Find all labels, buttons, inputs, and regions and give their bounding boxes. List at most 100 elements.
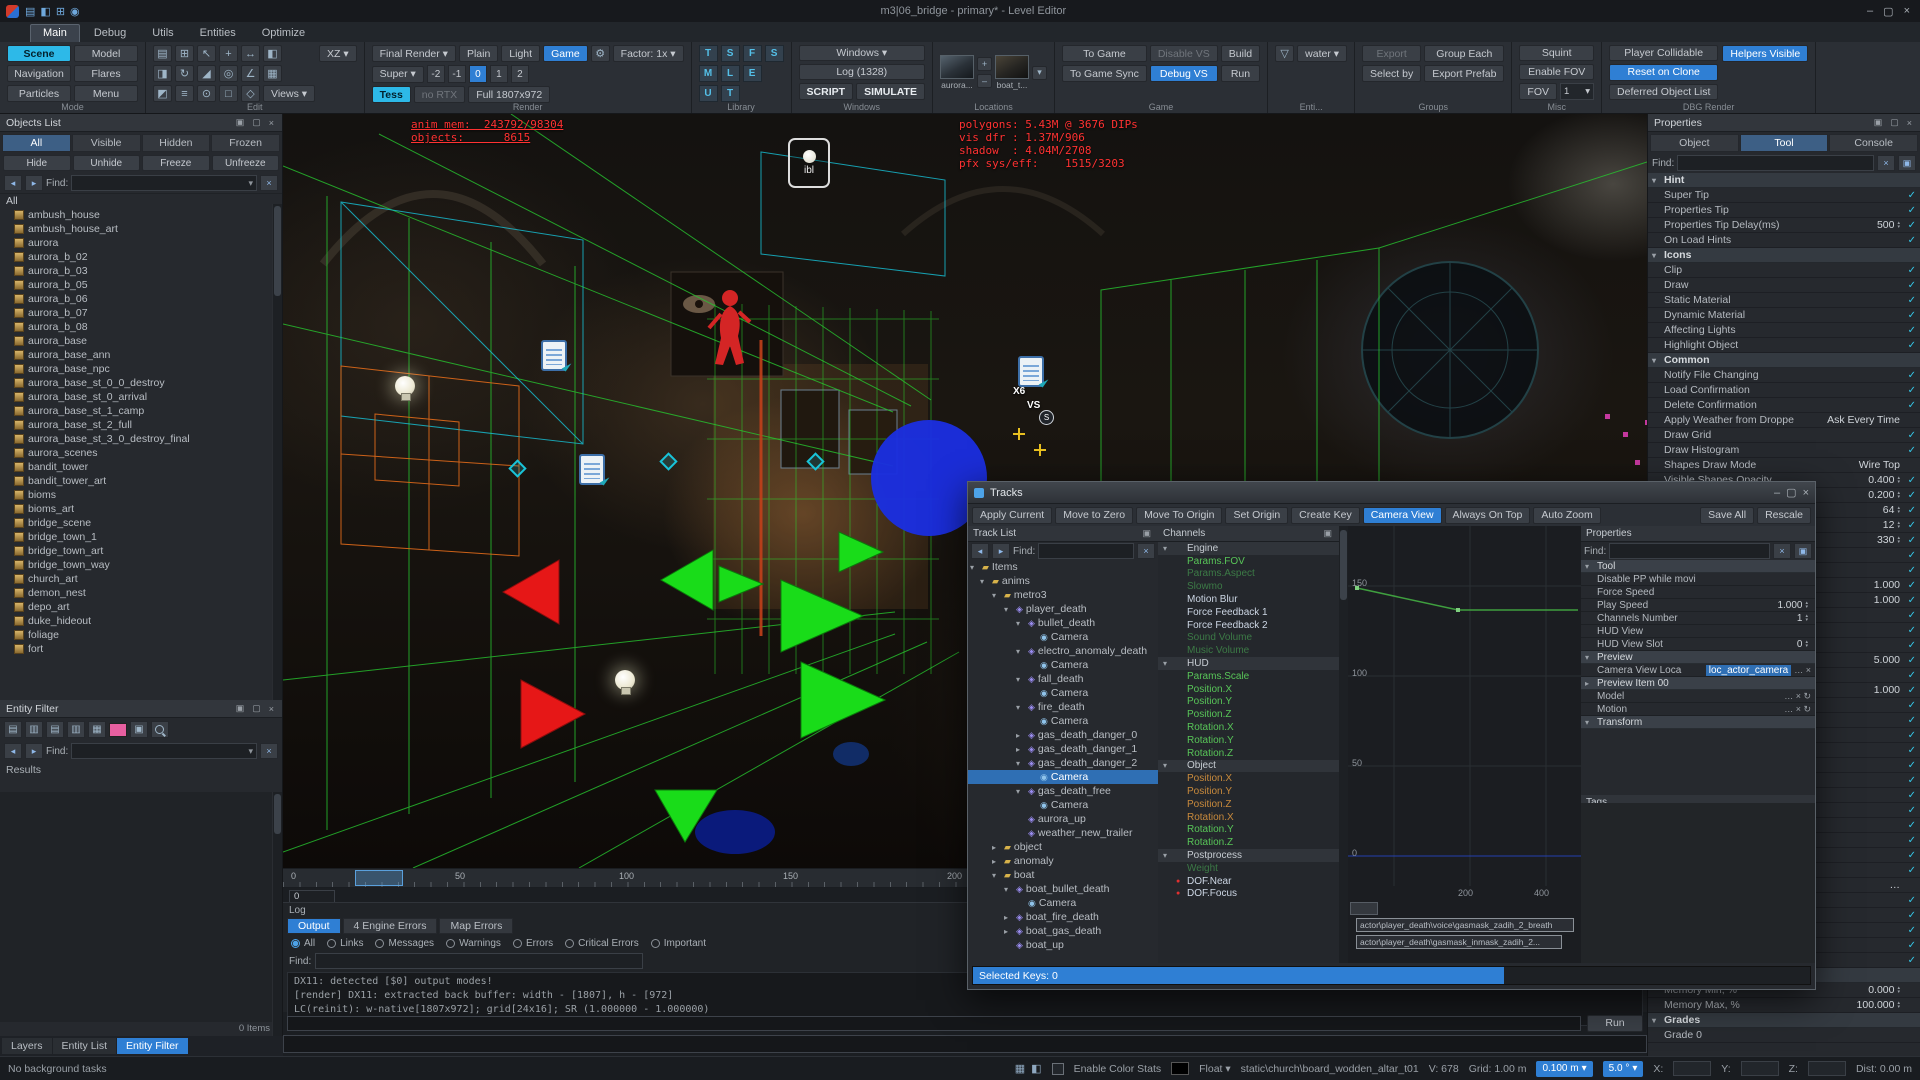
checkmark-icon[interactable]: ✓ bbox=[1903, 280, 1916, 291]
property-value[interactable]: Ask Every Time bbox=[1827, 414, 1900, 426]
property-row[interactable]: On Load Hints ✓ bbox=[1648, 233, 1920, 248]
library-window-tile[interactable]: U bbox=[699, 85, 718, 102]
minimize-icon[interactable]: – bbox=[1867, 5, 1873, 18]
tracks-toolbar-button[interactable]: Move to Zero bbox=[1055, 507, 1133, 524]
property-row[interactable]: Notify File Changing ✓ bbox=[1648, 368, 1920, 383]
object-tree-item[interactable]: aurora_base_st_3_0_destroy_final bbox=[0, 432, 282, 446]
track-tree-item[interactable]: ▸ gas_death_danger_0 bbox=[968, 728, 1158, 742]
left-panel-tab[interactable]: Entity Filter bbox=[117, 1038, 188, 1054]
object-tree-item[interactable]: bandit_tower bbox=[0, 460, 282, 474]
eraser-icon[interactable]: ▣ bbox=[130, 721, 148, 738]
object-tree-item[interactable]: demon_nest bbox=[0, 586, 282, 600]
checkmark-icon[interactable]: ✓ bbox=[1903, 685, 1916, 696]
location-thumbnail[interactable]: aurora... bbox=[940, 55, 974, 90]
checkmark-icon[interactable]: ✓ bbox=[1903, 700, 1916, 711]
tracks-titlebar[interactable]: Tracks – ▢ × bbox=[968, 482, 1815, 504]
expand-icon[interactable]: ▾ bbox=[992, 871, 1001, 880]
note-clipboard-icon[interactable] bbox=[579, 454, 605, 485]
copy-icon[interactable]: ▣ bbox=[1794, 543, 1812, 559]
dock-icon[interactable]: ▣ bbox=[234, 117, 247, 128]
clear-search-icon[interactable]: × bbox=[260, 743, 278, 759]
close-icon[interactable]: × bbox=[1905, 118, 1914, 128]
squint-button[interactable]: Squint bbox=[1519, 45, 1594, 61]
property-row[interactable]: Dynamic Material ✓ bbox=[1648, 308, 1920, 323]
close-icon[interactable]: × bbox=[1904, 5, 1910, 18]
channels-scrollbar[interactable] bbox=[1339, 526, 1348, 963]
expand-icon[interactable]: ▾ bbox=[1652, 176, 1661, 185]
edit-tool-icon[interactable]: ◩ bbox=[153, 85, 172, 102]
value-buttons[interactable]: … × bbox=[1794, 665, 1811, 675]
spinner-icon[interactable] bbox=[1805, 640, 1808, 648]
expand-icon[interactable]: ▾ bbox=[1016, 787, 1025, 796]
fov-value-spinner[interactable]: 1▾ bbox=[1560, 83, 1594, 100]
objects-action-button[interactable]: Hide bbox=[3, 155, 71, 171]
property-row[interactable]: Super Tip ✓ bbox=[1648, 188, 1920, 203]
channel-row[interactable]: Position.X bbox=[1158, 772, 1339, 785]
object-tree-item[interactable]: aurora_base bbox=[0, 334, 282, 348]
property-row[interactable]: ▾ Hint bbox=[1648, 173, 1920, 188]
edit-tool-icon[interactable]: ◇ bbox=[241, 85, 260, 102]
track-tree-item[interactable]: ▾ fall_death bbox=[968, 672, 1158, 686]
color-filter-swatch[interactable] bbox=[109, 723, 127, 737]
checkmark-icon[interactable]: ✓ bbox=[1903, 340, 1916, 351]
property-row[interactable]: ▾ Icons bbox=[1648, 248, 1920, 263]
property-value[interactable]: … bbox=[1890, 879, 1901, 891]
checkmark-icon[interactable]: ✓ bbox=[1903, 865, 1916, 876]
render-exposure-step[interactable]: 0 bbox=[469, 65, 487, 83]
object-tree-item[interactable]: aurora_base_st_2_full bbox=[0, 418, 282, 432]
track-tree-item[interactable]: ▾ Items bbox=[968, 560, 1158, 574]
properties-search-input[interactable] bbox=[1677, 155, 1874, 171]
tracks-toolbar-button[interactable]: Set Origin bbox=[1225, 507, 1288, 524]
search-icon[interactable] bbox=[151, 721, 169, 738]
copy-icon[interactable]: ▣ bbox=[1898, 155, 1916, 171]
light-source-icon[interactable] bbox=[395, 376, 415, 396]
checkmark-icon[interactable]: ✓ bbox=[1903, 835, 1916, 846]
history-back-icon[interactable]: ◂ bbox=[971, 543, 989, 559]
no-rtx-toggle[interactable]: no RTX bbox=[414, 86, 465, 103]
object-tree-item[interactable]: aurora_b_05 bbox=[0, 278, 282, 292]
curve-editor[interactable]: 150100500 200400 actor\player_death\voic… bbox=[1348, 526, 1582, 963]
property-value[interactable]: Wire Top bbox=[1859, 459, 1900, 471]
filter-doc-icon[interactable]: ▥ bbox=[25, 721, 43, 738]
channel-options-icon[interactable]: ▣ bbox=[1321, 528, 1334, 539]
factor-dropdown[interactable]: Factor: 1x ▾ bbox=[613, 45, 684, 62]
track-tree-item[interactable]: ▸ object bbox=[968, 840, 1158, 854]
game-button[interactable]: Debug VS bbox=[1150, 65, 1218, 82]
object-tree-item[interactable]: bioms bbox=[0, 488, 282, 502]
checkmark-icon[interactable]: ✓ bbox=[1903, 940, 1916, 951]
property-value[interactable]: 330 bbox=[1877, 534, 1895, 546]
property-value[interactable]: loc_actor_camera bbox=[1706, 665, 1791, 676]
edit-tool-icon[interactable]: ∠ bbox=[241, 65, 260, 82]
clear-search-icon[interactable]: × bbox=[1137, 543, 1155, 559]
statusbar-icon[interactable]: ◧ bbox=[1031, 1062, 1041, 1075]
clear-search-icon[interactable]: × bbox=[1773, 543, 1791, 559]
dock-icon[interactable]: ▣ bbox=[234, 703, 247, 714]
object-tree-item[interactable]: aurora_base_ann bbox=[0, 348, 282, 362]
entity-filter-scrollbar[interactable] bbox=[272, 792, 282, 1036]
track-tree-item[interactable]: ▾ anims bbox=[968, 574, 1158, 588]
expand-icon[interactable]: ▸ bbox=[1016, 745, 1025, 754]
property-row[interactable]: Clip ✓ bbox=[1648, 263, 1920, 278]
tracks-toolbar-button[interactable]: Always On Top bbox=[1445, 507, 1531, 524]
render-light-button[interactable]: Light bbox=[501, 45, 540, 62]
track-tree-item[interactable]: boat_up bbox=[968, 938, 1158, 952]
close-icon[interactable]: × bbox=[267, 704, 276, 714]
edit-tool-icon[interactable]: □ bbox=[219, 85, 238, 102]
value-buttons[interactable]: … × ↻ bbox=[1784, 691, 1811, 702]
filter-doc-icon[interactable]: ▤ bbox=[46, 721, 64, 738]
object-tree-item[interactable]: bridge_town_way bbox=[0, 558, 282, 572]
mode-button[interactable]: Particles bbox=[7, 85, 71, 102]
object-tree-item[interactable]: aurora_b_06 bbox=[0, 292, 282, 306]
checkmark-icon[interactable]: ✓ bbox=[1903, 550, 1916, 561]
checkmark-icon[interactable]: ✓ bbox=[1903, 955, 1916, 966]
edit-tool-icon[interactable]: ◎ bbox=[219, 65, 238, 82]
object-tree-item[interactable]: ambush_house bbox=[0, 208, 282, 222]
library-window-tile[interactable]: S bbox=[765, 45, 784, 62]
property-row[interactable]: Apply Weather from Droppe Ask Every Time bbox=[1648, 413, 1920, 428]
water-dropdown[interactable]: water ▾ bbox=[1297, 45, 1347, 62]
expand-icon[interactable]: ▾ bbox=[1016, 675, 1025, 684]
checkmark-icon[interactable]: ✓ bbox=[1903, 820, 1916, 831]
objects-filter-tab[interactable]: All bbox=[2, 134, 71, 152]
history-back-icon[interactable]: ◂ bbox=[4, 175, 22, 191]
location-thumbnail[interactable]: boat_t... bbox=[995, 55, 1029, 90]
